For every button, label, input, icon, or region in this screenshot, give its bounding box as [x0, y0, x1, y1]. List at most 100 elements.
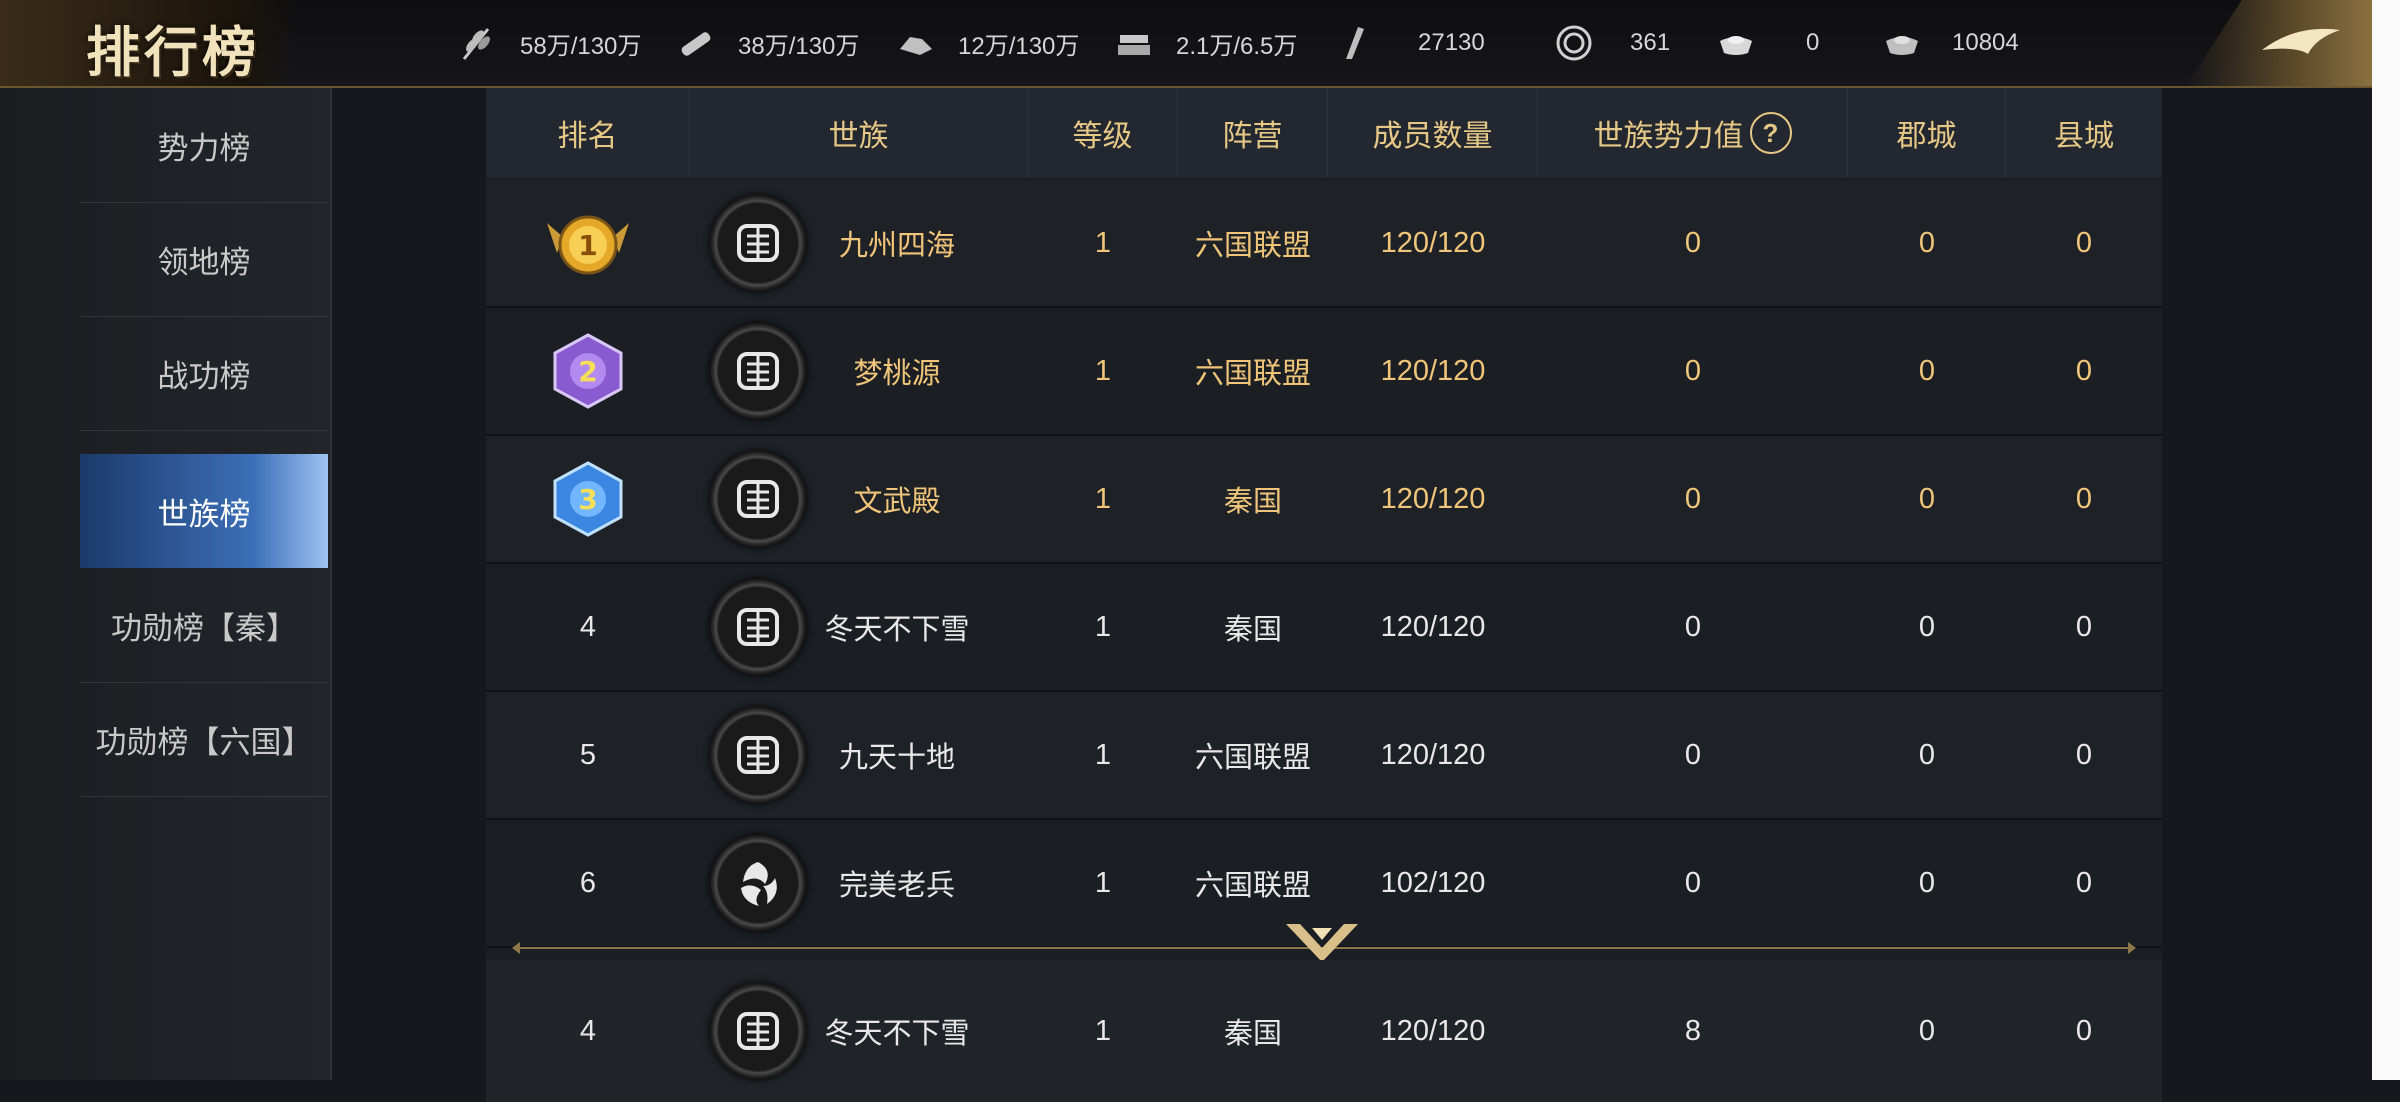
table-row[interactable]: 5 九天十地 1 六国联盟 120/120 0 0 0 [486, 692, 2162, 820]
rank-cell: 4 [579, 610, 597, 643]
grain-icon [458, 23, 498, 63]
level-cell: 1 [1094, 1014, 1112, 1047]
wood-icon [676, 23, 716, 63]
rank-cell: 6 [579, 866, 597, 899]
rank-cell: 2 [486, 308, 690, 434]
clan-cell: 九天十地 [690, 692, 1028, 818]
silver-ingot-icon [1882, 23, 1922, 63]
commandery-cell: 0 [1918, 482, 1936, 515]
resource-grain[interactable]: 58万/130万 [458, 20, 641, 66]
level-cell: 1 [1094, 226, 1112, 259]
medal-rank: 3 [578, 483, 597, 516]
clan-emblem-icon [710, 579, 806, 675]
table-row[interactable]: 2 梦桃源 1 六国联盟 120/120 0 0 0 [486, 308, 2162, 436]
order-icon [1334, 23, 1374, 63]
clan-name: 九天十地 [838, 742, 955, 774]
power-cell: 0 [1684, 866, 1702, 899]
faction-cell: 秦国 [1223, 614, 1282, 646]
clan-cell: 九州四海 [690, 180, 1028, 306]
clan-name: 冬天不下雪 [824, 614, 970, 646]
sidebar-item-honor-qin[interactable]: 功勋榜【秦】 [80, 568, 328, 683]
clan-cell: 梦桃源 [690, 308, 1028, 434]
purple-medal-icon: 2 [553, 333, 623, 409]
commandery-cell: 0 [1918, 866, 1936, 899]
sidebar-item-honor-six-states[interactable]: 功勋榜【六国】 [80, 682, 328, 797]
top-bar: 排行榜 58万/130万 38万/130万 12万/130万 2.1万/6.5万… [0, 0, 2372, 88]
resource-wood[interactable]: 38万/130万 [676, 20, 859, 66]
clan-cell: 文武殿 [690, 436, 1028, 562]
clan-emblem-swirl-icon [710, 835, 806, 931]
resource-silver[interactable]: 10804 [1882, 20, 2019, 66]
commandery-cell: 0 [1918, 354, 1936, 387]
my-clan-row[interactable]: 4 冬天不下雪 1 秦国 120/120 8 0 0 [486, 960, 2162, 1102]
resource-value: 0 [1806, 29, 1820, 56]
screen-edge [2372, 0, 2400, 1080]
faction-cell: 六国联盟 [1194, 742, 1311, 774]
power-cell: 0 [1684, 354, 1702, 387]
column-header: 成员数量 [1328, 88, 1538, 178]
faction-cell: 秦国 [1223, 486, 1282, 518]
table-row[interactable]: 3 文武殿 1 秦国 120/120 0 0 0 [486, 436, 2162, 564]
county-cell: 0 [2075, 354, 2093, 387]
county-cell: 0 [2075, 738, 2093, 771]
column-header: 等级 [1028, 88, 1178, 178]
stone-icon [896, 23, 936, 63]
resource-value: 361 [1630, 29, 1671, 56]
members-cell: 120/120 [1380, 354, 1486, 387]
rank-cell: 4 [579, 1014, 597, 1047]
county-cell: 0 [2075, 1014, 2093, 1047]
faction-cell: 六国联盟 [1194, 358, 1311, 390]
sidebar-item-clan[interactable]: 世族榜 [80, 454, 328, 568]
medal-rank: 2 [578, 355, 597, 388]
resource-gold[interactable]: 0 [1716, 20, 1819, 66]
table-row[interactable]: 1 九州四海 1 六国联盟 120/120 0 0 0 [486, 180, 2162, 308]
sidebar-item-power[interactable]: 势力榜 [80, 88, 328, 203]
resource-value: 12万/130万 [958, 32, 1080, 60]
level-cell: 1 [1094, 738, 1112, 771]
column-header: 世族势力值 [1593, 120, 1744, 153]
clan-name: 梦桃源 [853, 358, 941, 390]
gold-medal-icon: 1 [547, 215, 629, 275]
back-button[interactable] [2186, 0, 2372, 86]
commandery-cell: 0 [1918, 610, 1936, 643]
rank-cell: 1 [486, 180, 690, 306]
sidebar-item-merit[interactable]: 战功榜 [80, 316, 328, 431]
clan-emblem-icon [710, 323, 806, 419]
sidebar-item-territory[interactable]: 领地榜 [80, 202, 328, 317]
table-row[interactable]: 4 冬天不下雪 1 秦国 120/120 0 0 0 [486, 564, 2162, 692]
members-cell: 120/120 [1380, 226, 1486, 259]
power-cell: 0 [1684, 738, 1702, 771]
column-header: 县城 [2054, 120, 2114, 153]
power-cell: 0 [1684, 226, 1702, 259]
level-cell: 1 [1094, 610, 1112, 643]
level-cell: 1 [1094, 354, 1112, 387]
clan-name: 文武殿 [853, 486, 941, 518]
resource-iron[interactable]: 2.1万/6.5万 [1114, 20, 1297, 66]
iron-icon [1114, 23, 1154, 63]
power-cell: 8 [1684, 1014, 1702, 1047]
county-cell: 0 [2075, 226, 2093, 259]
members-cell: 120/120 [1380, 610, 1486, 643]
back-arrow-icon [2256, 16, 2346, 70]
members-cell: 120/120 [1380, 482, 1486, 515]
page-title: 排行榜 [86, 20, 260, 84]
resource-value: 58万/130万 [520, 32, 642, 60]
table-header: 排名 世族 等级 阵营 成员数量 世族势力值 ? 郡城 县城 [486, 88, 2162, 178]
clan-cell: 冬天不下雪 [690, 564, 1028, 690]
county-cell: 0 [2075, 482, 2093, 515]
resource-stone[interactable]: 12万/130万 [896, 20, 1079, 66]
resource-value: 27130 [1418, 29, 1485, 56]
gold-ingot-icon [1716, 23, 1756, 63]
blue-medal-icon: 3 [553, 461, 623, 537]
clan-emblem-icon [710, 707, 806, 803]
level-cell: 1 [1094, 866, 1112, 899]
clan-ranking-table: 排名 世族 等级 阵营 成员数量 世族势力值 ? 郡城 县城 1 九州四海 1 … [486, 88, 2162, 1102]
copper-coin-icon [1554, 23, 1594, 63]
power-cell: 0 [1684, 610, 1702, 643]
resource-order[interactable]: 27130 [1334, 20, 1485, 66]
resource-copper[interactable]: 361 [1554, 20, 1670, 66]
column-header: 阵营 [1178, 88, 1328, 178]
ranking-sidebar: 势力榜 领地榜 战功榜 世族榜 功勋榜【秦】 功勋榜【六国】 [0, 88, 332, 1080]
column-header: 世族 [690, 88, 1028, 178]
help-icon[interactable]: ? [1749, 112, 1792, 154]
